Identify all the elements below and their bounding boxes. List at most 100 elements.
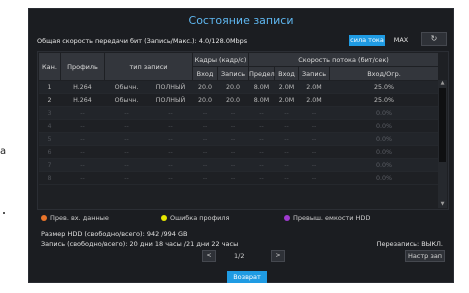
cell-bitrate-rec: --	[298, 171, 330, 185]
cell-frames-in: --	[192, 132, 218, 146]
scroll-up-icon[interactable]: ▲	[438, 80, 447, 87]
chevron-right-icon: >	[275, 252, 281, 259]
total-bitrate-label: Общая скорость передачи бит (Запись/Макс…	[37, 37, 248, 45]
cell-bitrate-rec: --	[298, 145, 330, 159]
table-row[interactable]: 5 -- -- -- -- -- -- -- -- 0.0%	[38, 132, 439, 146]
cell-input-limit: 0.0%	[329, 158, 439, 172]
cell-profile: H.264	[60, 80, 105, 94]
record-time-info: Запись (свободно/всего): 20 дни 18 часы …	[41, 240, 239, 248]
cell-frames-rec: --	[217, 119, 249, 133]
cell-frames-rec: 20.0	[217, 93, 249, 107]
cell-bitrate-in: 2.0M	[274, 80, 299, 94]
table-row[interactable]: 4 -- -- -- -- -- -- -- -- 0.0%	[38, 119, 439, 133]
cell-channel: 8	[38, 171, 61, 185]
cell-profile: --	[60, 119, 105, 133]
cell-profile: --	[60, 171, 105, 185]
cell-profile: --	[60, 132, 105, 146]
table-row[interactable]: 7 -- -- -- -- -- -- -- -- 0.0%	[38, 158, 439, 172]
next-page-button[interactable]: >	[271, 250, 285, 262]
hdd-size-info: Размер HDD (свободно/всего): 942 /994 GB	[41, 230, 188, 238]
cell-frames-rec: --	[217, 158, 249, 172]
purple-dot-icon	[284, 215, 290, 221]
cell-channel: 5	[38, 132, 61, 146]
edge-dot	[3, 212, 5, 214]
legend-profile-error: Ошибка профиля	[161, 214, 229, 222]
cell-bitrate-in: --	[274, 132, 299, 146]
cell-input-limit: 25.0%	[329, 80, 439, 94]
cell-type: --	[104, 171, 149, 185]
table-row[interactable]: 1 H.264 Обычн. ПОЛНЫЙ 20.0 20.0 8.0M 2.0…	[38, 80, 439, 94]
max-button[interactable]: MAX	[387, 35, 415, 46]
table-scrollbar[interactable]: ▲ ▼	[438, 80, 447, 208]
cell-bitrate-in: --	[274, 158, 299, 172]
cell-limit: 8.0M	[248, 93, 275, 107]
back-button[interactable]: Возврат	[227, 271, 267, 283]
cell-limit: --	[248, 171, 275, 185]
cell-frames-in: --	[192, 119, 218, 133]
cell-type2: --	[148, 145, 193, 159]
cell-type2: --	[148, 119, 193, 133]
cell-limit: --	[248, 158, 275, 172]
current-power-button[interactable]: сила тока	[349, 35, 385, 46]
cell-bitrate-in: --	[274, 145, 299, 159]
cell-channel: 7	[38, 158, 61, 172]
cell-frames-in: --	[192, 106, 218, 120]
cell-frames-in: --	[192, 171, 218, 185]
prev-page-button[interactable]: <	[202, 250, 216, 262]
cell-type: --	[104, 145, 149, 159]
cell-bitrate-rec: --	[298, 106, 330, 120]
cell-channel: 2	[38, 93, 61, 107]
cell-type2: --	[148, 158, 193, 172]
cell-limit: --	[248, 132, 275, 146]
cell-input-limit: 0.0%	[329, 119, 439, 133]
cell-profile: --	[60, 106, 105, 120]
col-frames-record: Запись	[217, 66, 250, 81]
cell-type: --	[104, 132, 149, 146]
table-row[interactable]: 6 -- -- -- -- -- -- -- -- 0.0%	[38, 145, 439, 159]
cell-channel: 4	[38, 119, 61, 133]
legend-input-overflow: Прев. вх. данные	[41, 214, 109, 222]
col-bitrate-input: Вход	[274, 66, 300, 81]
legend-label: Прев. вх. данные	[50, 214, 109, 222]
col-limit: Предел	[248, 66, 276, 81]
col-profile: Профиль	[60, 52, 105, 81]
col-bitrate-record: Запись	[298, 66, 331, 81]
refresh-icon: ↻	[430, 34, 438, 43]
cell-bitrate-rec: --	[298, 132, 330, 146]
cell-frames-rec: 20.0	[217, 80, 249, 94]
cell-type: --	[104, 119, 149, 133]
recording-status-dialog: Состояние записи Общая скорость передачи…	[28, 8, 454, 283]
scrollbar-thumb[interactable]	[439, 88, 446, 162]
col-frames-input: Вход	[192, 66, 219, 81]
cell-profile: --	[60, 158, 105, 172]
cell-input-limit: 0.0%	[329, 171, 439, 185]
cell-type: --	[104, 106, 149, 120]
cell-bitrate-in: --	[274, 171, 299, 185]
cell-frames-in: --	[192, 158, 218, 172]
cell-input-limit: 0.0%	[329, 106, 439, 120]
cell-limit: --	[248, 106, 275, 120]
dialog-title: Состояние записи	[188, 14, 294, 27]
table-row[interactable]: 2 H.264 Обычн. ПОЛНЫЙ 20.0 20.0 8.0M 2.0…	[38, 93, 439, 107]
overwrite-status: Перезапись: ВЫКЛ.	[376, 240, 443, 248]
scroll-down-icon[interactable]: ▼	[438, 201, 447, 208]
cell-bitrate-in: --	[274, 106, 299, 120]
cell-limit: --	[248, 145, 275, 159]
cell-frames-rec: --	[217, 145, 249, 159]
yellow-dot-icon	[161, 215, 167, 221]
cell-type2: ПОЛНЫЙ	[148, 80, 193, 94]
cell-frames-in: --	[192, 145, 218, 159]
record-settings-button[interactable]: Настр зап	[405, 250, 445, 262]
cell-profile: --	[60, 145, 105, 159]
cell-channel: 1	[38, 80, 61, 94]
refresh-button[interactable]: ↻	[421, 32, 447, 46]
table-row[interactable]: 8 -- -- -- -- -- -- -- -- 0.0%	[38, 171, 439, 185]
cell-bitrate-in: 2.0M	[274, 93, 299, 107]
cell-type2: --	[148, 106, 193, 120]
cell-frames-rec: --	[217, 171, 249, 185]
cell-bitrate-rec: --	[298, 119, 330, 133]
cell-limit: --	[248, 119, 275, 133]
cell-channel: 6	[38, 145, 61, 159]
table-row[interactable]: 3 -- -- -- -- -- -- -- -- 0.0%	[38, 106, 439, 120]
cell-type2: --	[148, 132, 193, 146]
